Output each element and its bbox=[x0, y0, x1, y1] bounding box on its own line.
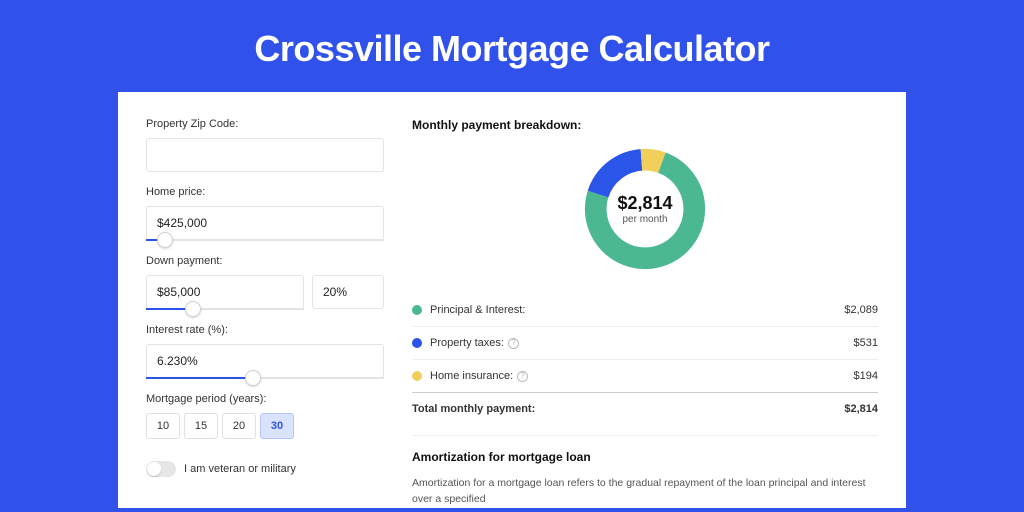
legend-label: Principal & Interest: bbox=[430, 304, 844, 316]
home-price-input[interactable] bbox=[146, 206, 384, 240]
home-price-group: Home price: bbox=[146, 186, 384, 241]
legend-swatch bbox=[412, 305, 422, 315]
amortization-section: Amortization for mortgage loan Amortizat… bbox=[412, 435, 878, 508]
legend-value: $2,089 bbox=[844, 304, 878, 316]
zip-group: Property Zip Code: bbox=[146, 118, 384, 172]
period-option-10[interactable]: 10 bbox=[146, 413, 180, 439]
input-panel: Property Zip Code: Home price: Down paym… bbox=[146, 118, 384, 508]
period-option-30[interactable]: 30 bbox=[260, 413, 294, 439]
interest-rate-group: Interest rate (%): bbox=[146, 324, 384, 379]
total-value: $2,814 bbox=[844, 403, 878, 415]
interest-rate-slider-thumb[interactable] bbox=[245, 370, 261, 386]
mortgage-period-label: Mortgage period (years): bbox=[146, 393, 384, 405]
page-title: Crossville Mortgage Calculator bbox=[0, 0, 1024, 92]
legend-row: Principal & Interest:$2,089 bbox=[412, 294, 878, 327]
donut-chart: $2,814 per month bbox=[580, 144, 710, 274]
interest-rate-input[interactable] bbox=[146, 344, 384, 378]
legend-swatch bbox=[412, 371, 422, 381]
home-price-label: Home price: bbox=[146, 186, 384, 198]
zip-label: Property Zip Code: bbox=[146, 118, 384, 130]
zip-input[interactable] bbox=[146, 138, 384, 172]
calculator-card: Property Zip Code: Home price: Down paym… bbox=[118, 92, 906, 508]
veteran-toggle-row: I am veteran or military bbox=[146, 461, 384, 477]
donut-center-sub: per month bbox=[622, 214, 667, 225]
down-payment-slider-thumb[interactable] bbox=[185, 301, 201, 317]
down-payment-group: Down payment: bbox=[146, 255, 384, 310]
down-payment-slider[interactable] bbox=[146, 308, 304, 310]
legend: Principal & Interest:$2,089Property taxe… bbox=[412, 294, 878, 425]
info-icon[interactable]: ? bbox=[517, 371, 528, 382]
donut-chart-wrap: $2,814 per month bbox=[412, 144, 878, 274]
legend-row: Home insurance:?$194 bbox=[412, 360, 878, 393]
interest-rate-slider-fill bbox=[146, 377, 253, 379]
toggle-knob bbox=[147, 462, 161, 476]
legend-row: Property taxes:?$531 bbox=[412, 327, 878, 360]
legend-value: $531 bbox=[854, 337, 878, 349]
period-option-15[interactable]: 15 bbox=[184, 413, 218, 439]
period-option-20[interactable]: 20 bbox=[222, 413, 256, 439]
home-price-slider-thumb[interactable] bbox=[157, 232, 173, 248]
amortization-desc: Amortization for a mortgage loan refers … bbox=[412, 476, 878, 508]
down-payment-pct-input[interactable] bbox=[312, 275, 384, 309]
breakdown-title: Monthly payment breakdown: bbox=[412, 118, 878, 132]
legend-label: Property taxes:? bbox=[430, 337, 854, 349]
total-label: Total monthly payment: bbox=[412, 403, 844, 415]
donut-center: $2,814 per month bbox=[580, 144, 710, 274]
legend-total-row: Total monthly payment:$2,814 bbox=[412, 392, 878, 425]
down-payment-input[interactable] bbox=[146, 275, 304, 309]
donut-center-value: $2,814 bbox=[617, 193, 672, 214]
interest-rate-label: Interest rate (%): bbox=[146, 324, 384, 336]
legend-swatch bbox=[412, 338, 422, 348]
mortgage-period-options: 10152030 bbox=[146, 413, 384, 439]
legend-value: $194 bbox=[854, 370, 878, 382]
veteran-toggle[interactable] bbox=[146, 461, 176, 477]
legend-label: Home insurance:? bbox=[430, 370, 854, 382]
interest-rate-slider[interactable] bbox=[146, 377, 384, 379]
info-icon[interactable]: ? bbox=[508, 338, 519, 349]
amortization-title: Amortization for mortgage loan bbox=[412, 450, 878, 464]
mortgage-period-group: Mortgage period (years): 10152030 bbox=[146, 393, 384, 439]
down-payment-label: Down payment: bbox=[146, 255, 384, 267]
home-price-slider[interactable] bbox=[146, 239, 384, 241]
veteran-toggle-label: I am veteran or military bbox=[184, 463, 296, 475]
results-panel: Monthly payment breakdown: $2,814 per mo… bbox=[412, 118, 878, 508]
